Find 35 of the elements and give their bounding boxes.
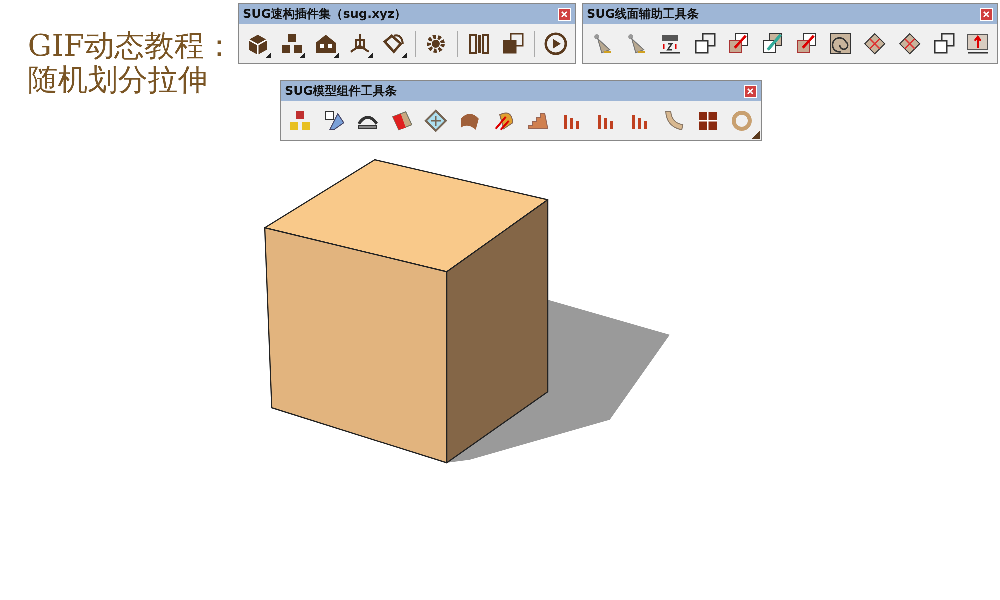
resize-grip-icon[interactable] — [752, 131, 760, 139]
dropdown-triangle-icon — [300, 53, 305, 58]
play-icon — [544, 32, 568, 56]
panel-icon — [390, 109, 414, 133]
play-tool-button[interactable] — [543, 30, 569, 58]
toolbar-title: SUG线面辅助工具条 — [587, 6, 700, 22]
close-button[interactable] — [744, 84, 757, 98]
ring-icon — [730, 109, 754, 133]
close-icon — [747, 88, 754, 94]
close-icon — [983, 10, 990, 18]
dwg-icon — [658, 32, 682, 56]
squares-icon — [692, 32, 717, 56]
house-icon — [314, 32, 338, 56]
dropdown-triangle-icon — [368, 53, 373, 58]
toolbar-title: SUG速构插件集（sug.xyz） — [243, 6, 407, 22]
arrow-up-icon — [966, 32, 990, 56]
dropdown-triangle-icon — [402, 53, 407, 58]
close-button[interactable] — [558, 8, 571, 20]
close-icon — [561, 10, 568, 18]
columns-icon — [467, 32, 492, 56]
cubes-icon — [280, 32, 304, 56]
spiral-icon — [829, 32, 854, 56]
dropdown-triangle-icon — [266, 53, 271, 58]
cubes-icon — [288, 109, 312, 133]
toolbar-title: SUG模型组件工具条 — [285, 82, 398, 100]
squares-icon — [932, 32, 956, 56]
caption-line: GIF动态教程： — [28, 30, 235, 64]
grid-icon — [898, 32, 922, 56]
pencil-square-icon — [760, 32, 785, 56]
squares-icon — [501, 32, 526, 56]
caption-line: 随机划分拉伸 — [28, 64, 209, 98]
paint-bucket-icon — [382, 32, 406, 56]
grid-icon — [863, 32, 888, 56]
dropdown-triangle-icon — [334, 53, 339, 58]
close-button[interactable] — [980, 8, 993, 20]
